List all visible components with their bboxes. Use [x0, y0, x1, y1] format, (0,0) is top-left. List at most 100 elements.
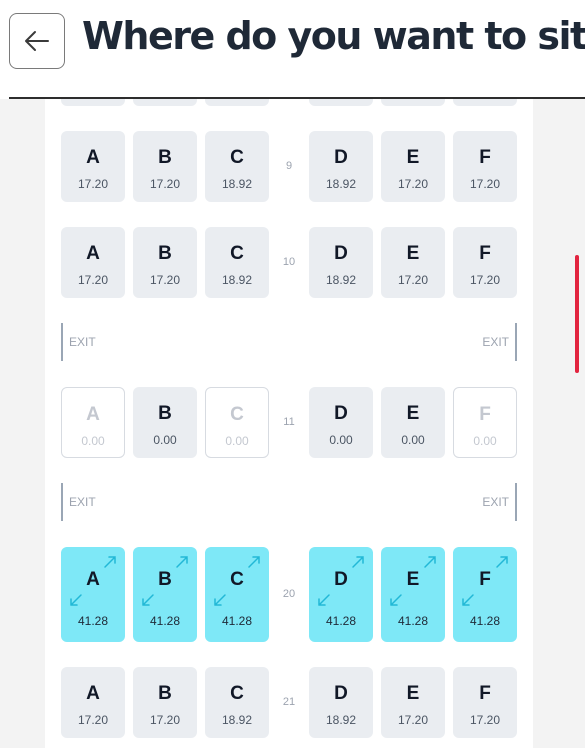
- seat-10f[interactable]: F 17.20: [453, 227, 517, 298]
- seat-price: 41.28: [77, 614, 109, 628]
- seat-10a[interactable]: A 17.20: [61, 227, 125, 298]
- seat-price: 18.92: [221, 177, 253, 191]
- seat-10c[interactable]: C 18.92: [205, 227, 269, 298]
- expand-arrow-icon: [462, 594, 474, 606]
- page-title: Where do you want to sit?: [82, 14, 585, 58]
- seat-letter: E: [406, 147, 420, 168]
- seat-9b[interactable]: B 17.20: [133, 131, 197, 202]
- seat-11e[interactable]: E 0.00: [381, 387, 445, 458]
- seat-letter: E: [406, 683, 420, 704]
- seat-10e[interactable]: E 17.20: [381, 227, 445, 298]
- seat-letter: F: [479, 243, 491, 264]
- seat-21d[interactable]: D 18.92: [309, 667, 373, 738]
- seat-price: 17.20: [469, 713, 501, 727]
- seat-21f[interactable]: F 17.20: [453, 667, 517, 738]
- seat-price: 0.00: [401, 433, 425, 447]
- seat-price: 0.00: [153, 433, 177, 447]
- seat-price: 17.20: [397, 273, 429, 287]
- row-number: 10: [282, 256, 296, 268]
- seat-price: 41.28: [469, 614, 501, 628]
- seat-9a[interactable]: A 17.20: [61, 131, 125, 202]
- seat-letter: B: [158, 683, 172, 704]
- seat-price: 41.28: [221, 614, 253, 628]
- seat-price: 17.20: [77, 713, 109, 727]
- expand-arrow-icon: [214, 594, 226, 606]
- expand-arrow-icon: [70, 594, 82, 606]
- seat-letter: A: [86, 683, 100, 704]
- seat-20f[interactable]: F 41.28: [453, 547, 517, 642]
- seat-11b[interactable]: B 0.00: [133, 387, 197, 458]
- header-divider: [9, 97, 585, 99]
- seat-20d[interactable]: D 41.28: [309, 547, 373, 642]
- seat-price: 17.20: [149, 177, 181, 191]
- seat-letter: D: [334, 569, 348, 590]
- seat-11d[interactable]: D 0.00: [309, 387, 373, 458]
- seat-price: 18.92: [325, 177, 357, 191]
- seat-9f[interactable]: F 17.20: [453, 131, 517, 202]
- exit-marker-left: EXIT: [61, 323, 96, 361]
- seat-letter: F: [479, 683, 491, 704]
- exit-marker-left: EXIT: [61, 483, 96, 521]
- seat-letter: C: [230, 404, 244, 425]
- seat-price: 0.00: [81, 434, 105, 448]
- seat-letter: A: [86, 404, 100, 425]
- seat-letter: A: [86, 147, 100, 168]
- seat-price: 17.20: [469, 273, 501, 287]
- seat-price: 41.28: [397, 614, 429, 628]
- seat-price: 17.20: [149, 273, 181, 287]
- seat-21a[interactable]: A 17.20: [61, 667, 125, 738]
- seat-letter: E: [406, 243, 420, 264]
- seat-letter: C: [230, 683, 244, 704]
- seat-price: 41.28: [325, 614, 357, 628]
- seat-letter: B: [158, 403, 172, 424]
- seat-letter: F: [479, 147, 491, 168]
- seat-10b[interactable]: B 17.20: [133, 227, 197, 298]
- seat-price: 17.20: [397, 713, 429, 727]
- seat-20c[interactable]: C 41.28: [205, 547, 269, 642]
- seat-price: 0.00: [473, 434, 497, 448]
- seat-price: 18.92: [325, 713, 357, 727]
- seat-21c[interactable]: C 18.92: [205, 667, 269, 738]
- seat-10d[interactable]: D 18.92: [309, 227, 373, 298]
- seat-letter: F: [479, 569, 491, 590]
- arrow-left-icon: [25, 31, 49, 51]
- seat-20b[interactable]: B 41.28: [133, 547, 197, 642]
- scrollbar-thumb[interactable]: [575, 255, 579, 373]
- seat-letter: E: [406, 403, 420, 424]
- expand-arrow-icon: [142, 594, 154, 606]
- seat-price: 0.00: [329, 433, 353, 447]
- expand-arrow-icon: [318, 594, 330, 606]
- seat-price: 18.92: [325, 273, 357, 287]
- expand-arrow-icon: [390, 594, 402, 606]
- seat-price: 41.28: [149, 614, 181, 628]
- seat-11a: A 0.00: [61, 387, 125, 458]
- seat-letter: D: [334, 403, 348, 424]
- expand-arrow-icon: [424, 556, 436, 568]
- expand-arrow-icon: [104, 556, 116, 568]
- exit-marker-right: EXIT: [470, 483, 517, 521]
- seat-11c: C 0.00: [205, 387, 269, 458]
- seat-letter: D: [334, 147, 348, 168]
- seat-letter: B: [158, 569, 172, 590]
- seat-letter: E: [406, 569, 420, 590]
- row-number: 21: [282, 696, 296, 708]
- seat-9d[interactable]: D 18.92: [309, 131, 373, 202]
- seat-9c[interactable]: C 18.92: [205, 131, 269, 202]
- seat-letter: B: [158, 243, 172, 264]
- expand-arrow-icon: [496, 556, 508, 568]
- row-number: 20: [282, 588, 296, 600]
- seat-21e[interactable]: E 17.20: [381, 667, 445, 738]
- seat-20e[interactable]: E 41.28: [381, 547, 445, 642]
- back-button[interactable]: [9, 13, 65, 69]
- seat-9e[interactable]: E 17.20: [381, 131, 445, 202]
- seat-letter: F: [479, 404, 491, 425]
- expand-arrow-icon: [176, 556, 188, 568]
- seat-letter: B: [158, 147, 172, 168]
- seat-letter: D: [334, 683, 348, 704]
- seat-letter: C: [230, 147, 244, 168]
- seat-price: 17.20: [77, 177, 109, 191]
- seat-20a[interactable]: A 41.28: [61, 547, 125, 642]
- seat-price: 17.20: [469, 177, 501, 191]
- seat-21b[interactable]: B 17.20: [133, 667, 197, 738]
- seat-letter: A: [86, 569, 100, 590]
